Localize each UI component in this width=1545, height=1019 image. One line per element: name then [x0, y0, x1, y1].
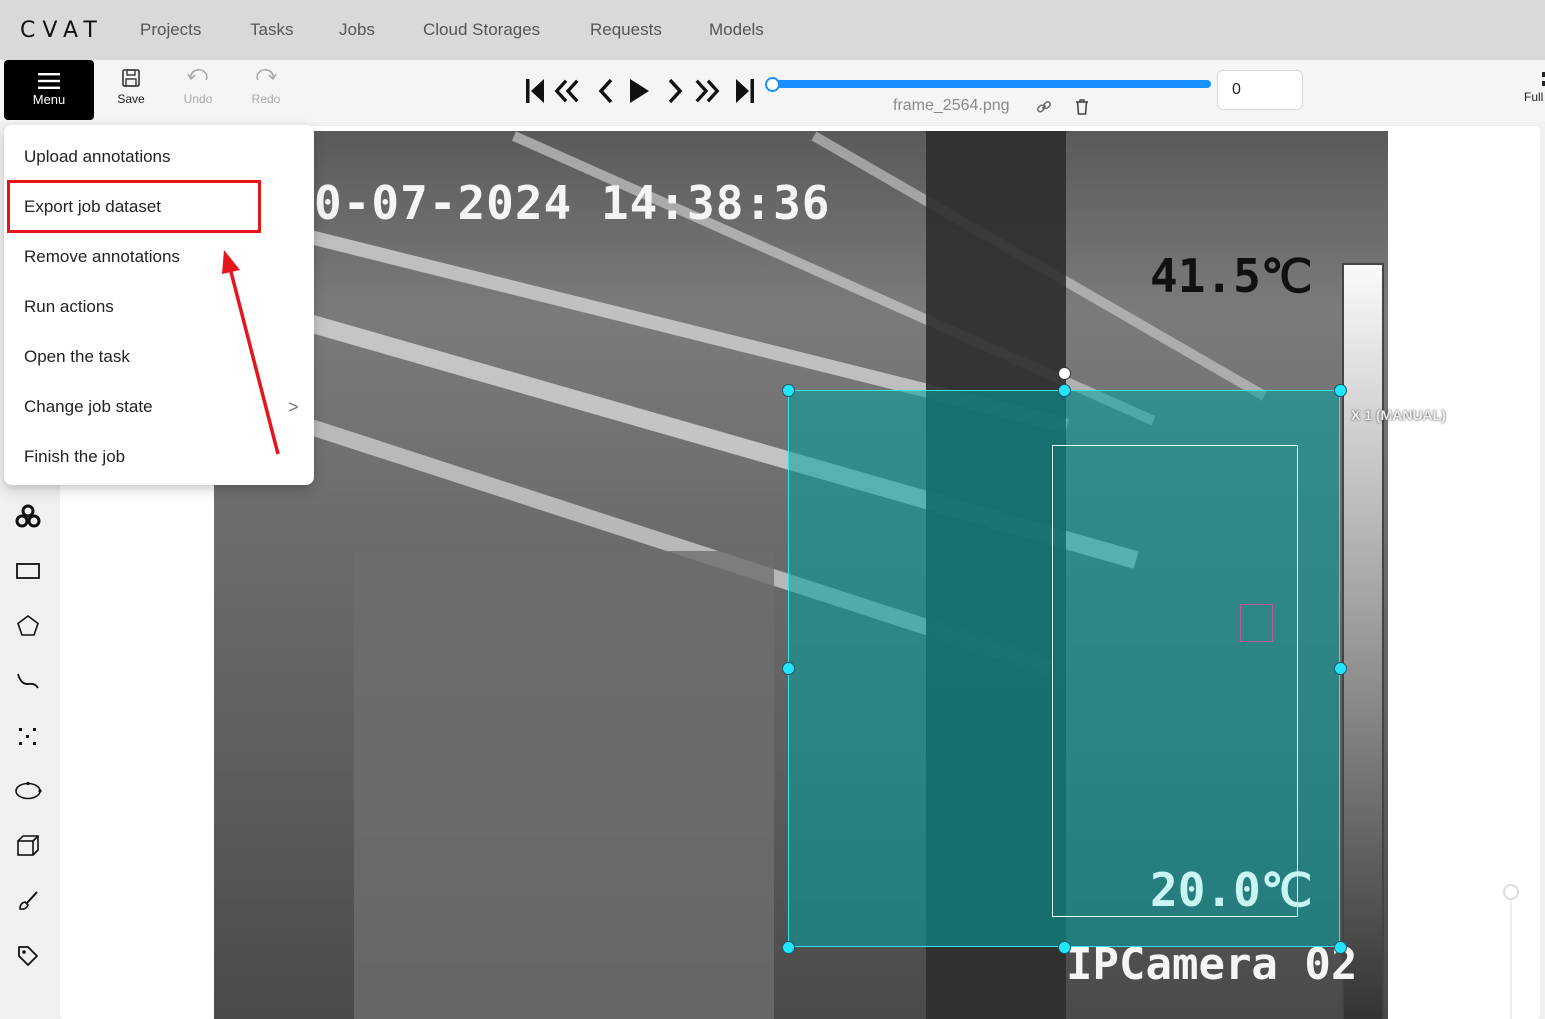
fullscreen-icon	[1542, 72, 1545, 86]
opacity-slider-handle[interactable]	[1503, 884, 1519, 900]
nav-projects[interactable]: Projects	[140, 20, 201, 40]
menu-item-upload-annotations[interactable]: Upload annotations	[24, 147, 171, 167]
fast-backward-icon[interactable]	[553, 76, 581, 106]
resize-handle[interactable]	[1334, 941, 1347, 954]
frame-slider-handle[interactable]	[765, 77, 780, 92]
resize-handle[interactable]	[1334, 662, 1347, 675]
scale-mode-label: X 1 (MANUAL)	[1351, 407, 1446, 423]
temperature-scale-bar	[1342, 263, 1384, 1019]
frame-slider-track[interactable]	[774, 80, 1211, 88]
draw-rectangle-icon[interactable]	[14, 557, 42, 585]
nav-requests[interactable]: Requests	[590, 20, 662, 40]
resize-handle[interactable]	[1334, 384, 1347, 397]
red-arrow-icon	[222, 250, 280, 455]
fullscreen-button[interactable]: Full	[1524, 70, 1545, 104]
menu-label: Menu	[32, 92, 66, 107]
save-button[interactable]: Save	[106, 68, 156, 106]
resize-handle[interactable]	[782, 941, 795, 954]
draw-cuboid-icon[interactable]	[14, 832, 42, 860]
delete-frame-icon[interactable]	[1074, 98, 1090, 116]
undo-label: Undo	[183, 92, 213, 106]
undo-button[interactable]: Undo	[173, 68, 223, 106]
frame-filename: frame_2564.png	[893, 97, 1010, 114]
small-bounding-box[interactable]	[1240, 604, 1273, 642]
nav-jobs[interactable]: Jobs	[339, 20, 375, 40]
hamburger-icon	[38, 73, 60, 89]
min-temperature-overlay: 20.0℃	[1150, 863, 1313, 917]
save-label: Save	[117, 92, 145, 106]
rotation-handle[interactable]	[1058, 367, 1071, 380]
date-time-overlay: 0-07-2024 14:38:36	[314, 176, 831, 230]
next-frame-icon[interactable]	[661, 76, 689, 106]
save-icon	[122, 69, 140, 87]
redo-icon	[256, 69, 277, 81]
menu-item-run-actions[interactable]: Run actions	[24, 297, 114, 317]
redo-label: Redo	[251, 92, 281, 106]
draw-polyline-icon[interactable]	[14, 667, 42, 695]
first-frame-icon[interactable]	[521, 76, 549, 106]
fullscreen-label: Full	[1524, 90, 1544, 104]
cvat-logo[interactable]: CVAT	[20, 18, 104, 43]
menu-item-remove-annotations[interactable]: Remove annotations	[24, 247, 180, 267]
last-frame-icon[interactable]	[731, 76, 759, 106]
top-navbar: CVAT Projects Tasks Jobs Cloud Storages …	[0, 0, 1545, 60]
draw-mask-brush-icon[interactable]	[14, 887, 42, 915]
menu-item-finish-the-job[interactable]: Finish the job	[24, 447, 125, 467]
play-icon[interactable]	[625, 76, 653, 106]
copy-link-icon[interactable]	[1036, 99, 1052, 115]
annotation-toolbar: Menu Save Undo Redo 0 frame_2564.png Ful…	[0, 60, 1545, 122]
setup-tag-icon[interactable]	[14, 942, 42, 970]
frame-number-input[interactable]: 0	[1217, 70, 1303, 110]
resize-handle[interactable]	[782, 384, 795, 397]
draw-points-icon[interactable]	[14, 722, 42, 750]
nav-tasks[interactable]: Tasks	[250, 20, 293, 40]
wall-block	[354, 551, 774, 1019]
menu-item-change-job-state[interactable]: Change job state	[24, 397, 153, 417]
highlight-box	[7, 180, 261, 233]
resize-handle[interactable]	[782, 662, 795, 675]
fast-forward-icon[interactable]	[693, 76, 721, 106]
nav-cloud-storages[interactable]: Cloud Storages	[423, 20, 540, 40]
resize-handle[interactable]	[1058, 384, 1071, 397]
max-temperature-overlay: 41.5℃	[1150, 249, 1313, 303]
draw-polygon-icon[interactable]	[14, 612, 42, 640]
draw-ellipse-icon[interactable]	[14, 777, 42, 805]
inner-bounding-box[interactable]	[1052, 445, 1298, 917]
previous-frame-icon[interactable]	[592, 76, 620, 106]
redo-button[interactable]: Redo	[241, 68, 291, 106]
nav-models[interactable]: Models	[709, 20, 764, 40]
resize-handle[interactable]	[1058, 941, 1071, 954]
menu-button[interactable]: Menu	[4, 60, 94, 120]
undo-icon	[187, 69, 208, 81]
menu-item-open-the-task[interactable]: Open the task	[24, 347, 130, 367]
open-cvat-icon[interactable]	[14, 502, 42, 530]
opacity-slider-track[interactable]	[1510, 900, 1512, 1019]
